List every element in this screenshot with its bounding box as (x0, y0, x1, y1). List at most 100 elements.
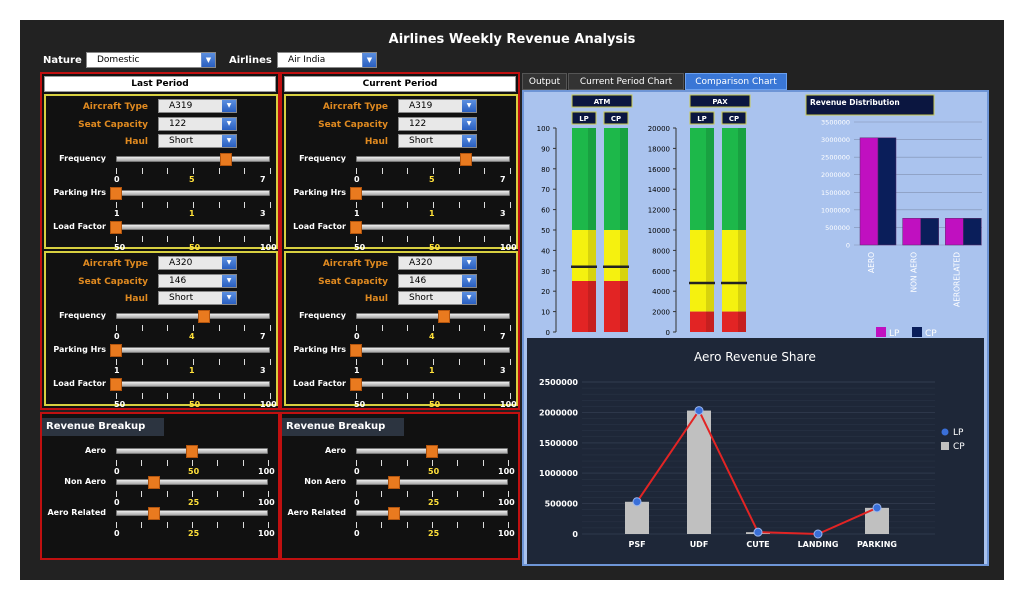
aircraft-type-label: Aircraft Type (322, 259, 388, 269)
slider-thumb[interactable] (426, 445, 438, 458)
chevron-down-icon[interactable]: ▼ (222, 118, 236, 130)
slider-track[interactable] (356, 190, 510, 196)
slider-min: 0 (354, 175, 360, 184)
airlines-dropdown[interactable]: Air India ▼ (277, 52, 377, 68)
category-label: LANDING (798, 540, 839, 549)
tick-label: 500000 (545, 500, 579, 509)
slider-track[interactable] (116, 347, 270, 353)
seat-capacity-dropdown[interactable]: 122 ▼ (158, 117, 237, 131)
slider-thumb[interactable] (438, 310, 450, 323)
nature-value: Domestic (97, 55, 140, 65)
revenue-breakup-panel: Revenue Breakup Aero 0 50 100 Non Aero 0 25 100 A… (40, 412, 280, 560)
slider-track[interactable] (356, 479, 508, 485)
slider-thumb[interactable] (350, 378, 362, 391)
slider-track[interactable] (116, 190, 270, 196)
slider-track[interactable] (116, 381, 270, 387)
slider-thumb[interactable] (388, 476, 400, 489)
slider-thumb[interactable] (110, 344, 122, 357)
chevron-down-icon[interactable]: ▼ (222, 100, 236, 112)
slider-label: Load Factor (53, 379, 106, 388)
seat-capacity-dropdown[interactable]: 146 ▼ (398, 274, 477, 288)
slider-thumb[interactable] (388, 507, 400, 520)
slider-thumb[interactable] (110, 378, 122, 391)
haul-dropdown[interactable]: Short ▼ (158, 134, 237, 148)
aircraft-type-value: A319 (169, 101, 193, 111)
slider-tick (433, 393, 434, 399)
tab-label: Comparison Chart (695, 77, 777, 87)
slider-track[interactable] (116, 156, 270, 162)
aircraft-type-dropdown[interactable]: A320 ▼ (398, 256, 477, 270)
aircraft-type-label: Aircraft Type (322, 102, 388, 112)
slider-label: Parking Hrs (293, 188, 346, 197)
slider-thumb[interactable] (350, 187, 362, 200)
haul-dropdown[interactable]: Short ▼ (158, 291, 237, 305)
aircraft-type-dropdown[interactable]: A319 ▼ (158, 99, 237, 113)
chevron-down-icon[interactable]: ▼ (362, 53, 376, 67)
aircraft-type-dropdown[interactable]: A320 ▼ (158, 256, 237, 270)
chevron-down-icon[interactable]: ▼ (222, 292, 236, 304)
slider-track[interactable] (116, 313, 270, 319)
slider-tick (381, 491, 382, 497)
slider-min: 0 (114, 332, 120, 341)
slider-thumb[interactable] (148, 507, 160, 520)
seat-capacity-dropdown[interactable]: 146 ▼ (158, 274, 237, 288)
period-panel: Last Period Aircraft Type A319 ▼ Seat Capaci… (40, 72, 280, 410)
chevron-down-icon[interactable]: ▼ (222, 135, 236, 147)
slider-track[interactable] (356, 156, 510, 162)
slider-track[interactable] (356, 347, 510, 353)
slider-thumb[interactable] (220, 153, 232, 166)
haul-dropdown[interactable]: Short ▼ (398, 134, 477, 148)
slider-tick (508, 491, 509, 497)
chevron-down-icon[interactable]: ▼ (462, 100, 476, 112)
slider-tick (270, 393, 271, 399)
bar-lp (902, 218, 921, 246)
slider-thumb[interactable] (186, 445, 198, 458)
slider-tick (459, 359, 460, 365)
slider-tick (219, 325, 220, 331)
slider-thumb[interactable] (148, 476, 160, 489)
tick-label: 1500000 (821, 189, 850, 197)
slider-track[interactable] (116, 224, 270, 230)
haul-dropdown[interactable]: Short ▼ (398, 291, 477, 305)
aircraft-group: Aircraft Type A320 ▼ Seat Capacity 146 ▼ Haul S… (44, 251, 278, 409)
chevron-down-icon[interactable]: ▼ (462, 275, 476, 287)
chevron-down-icon[interactable]: ▼ (462, 135, 476, 147)
chevron-down-icon[interactable]: ▼ (222, 275, 236, 287)
slider-tick (244, 236, 245, 242)
slider-thumb[interactable] (460, 153, 472, 166)
chevron-down-icon[interactable]: ▼ (462, 118, 476, 130)
slider-thumb[interactable] (110, 221, 122, 234)
chevron-down-icon[interactable]: ▼ (462, 292, 476, 304)
slider-tick (217, 522, 218, 528)
slider-tick (116, 522, 117, 528)
tab-current-period-chart[interactable]: Current Period Chart (568, 73, 684, 90)
slider-track[interactable] (116, 510, 268, 516)
slider-label: Load Factor (293, 222, 346, 231)
chevron-down-icon[interactable]: ▼ (462, 257, 476, 269)
tab-output[interactable]: Output (522, 73, 567, 90)
slider-track[interactable] (356, 224, 510, 230)
seat-capacity-dropdown[interactable]: 122 ▼ (398, 117, 477, 131)
slider-track[interactable] (116, 479, 268, 485)
slider-thumb[interactable] (198, 310, 210, 323)
slider-thumb[interactable] (350, 344, 362, 357)
bar-lp (945, 218, 964, 246)
haul-label: Haul (124, 137, 148, 147)
slider-tick (142, 202, 143, 208)
slider-tick (193, 359, 194, 365)
chevron-down-icon[interactable]: ▼ (222, 257, 236, 269)
tab-comparison-chart[interactable]: Comparison Chart (685, 73, 787, 90)
slider-mid: 1 (189, 209, 195, 218)
slider-track[interactable] (356, 510, 508, 516)
slider-track[interactable] (356, 313, 510, 319)
slider-track[interactable] (356, 381, 510, 387)
slider-max: 7 (500, 332, 506, 341)
slider-mid: 50 (428, 467, 440, 476)
chevron-down-icon[interactable]: ▼ (201, 53, 215, 67)
slider-tick (356, 522, 357, 528)
slider-thumb[interactable] (110, 187, 122, 200)
slider-thumb[interactable] (350, 221, 362, 234)
aircraft-type-dropdown[interactable]: A319 ▼ (398, 99, 477, 113)
slider-tick (484, 325, 485, 331)
nature-dropdown[interactable]: Domestic ▼ (86, 52, 216, 68)
